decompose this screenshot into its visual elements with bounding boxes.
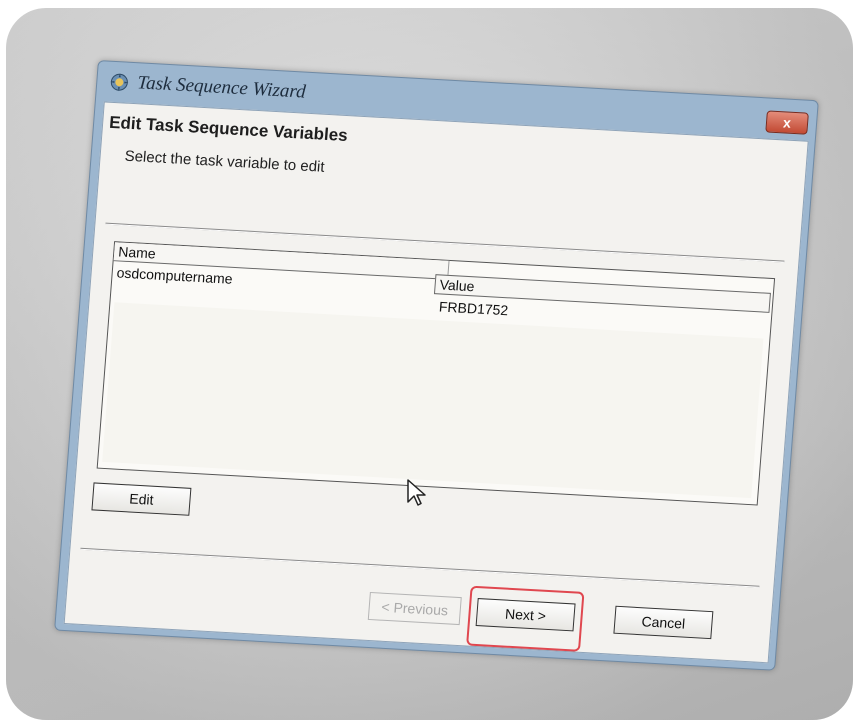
wizard-client-area: Edit Task Sequence Variables Select the …	[63, 101, 809, 664]
close-icon: x	[782, 114, 792, 131]
page-subtitle: Select the task variable to edit	[124, 147, 326, 176]
edit-button[interactable]: Edit	[91, 482, 192, 516]
page-heading: Edit Task Sequence Variables	[108, 112, 349, 146]
list-empty-area	[102, 302, 764, 499]
cancel-button[interactable]: Cancel	[613, 605, 714, 640]
task-sequence-wizard-dialog: Task Sequence Wizard x Edit Task Sequenc…	[54, 60, 819, 671]
variables-list[interactable]: Name Value osdcomputername FRBD1752	[96, 241, 776, 506]
window-title: Task Sequence Wizard	[136, 72, 307, 103]
footer-separator	[80, 547, 760, 588]
table-row-name-cell[interactable]: osdcomputername	[116, 264, 233, 286]
previous-button[interactable]: < Previous	[367, 592, 462, 626]
mouse-cursor-icon	[406, 478, 428, 513]
dialog-wrap: Task Sequence Wizard x Edit Task Sequenc…	[54, 60, 825, 675]
wizard-app-icon	[109, 72, 131, 93]
photo-frame: Task Sequence Wizard x Edit Task Sequenc…	[6, 8, 853, 720]
next-button[interactable]: Next >	[475, 598, 576, 632]
table-row-value-cell[interactable]: FRBD1752	[438, 298, 508, 318]
close-button[interactable]: x	[765, 110, 809, 135]
